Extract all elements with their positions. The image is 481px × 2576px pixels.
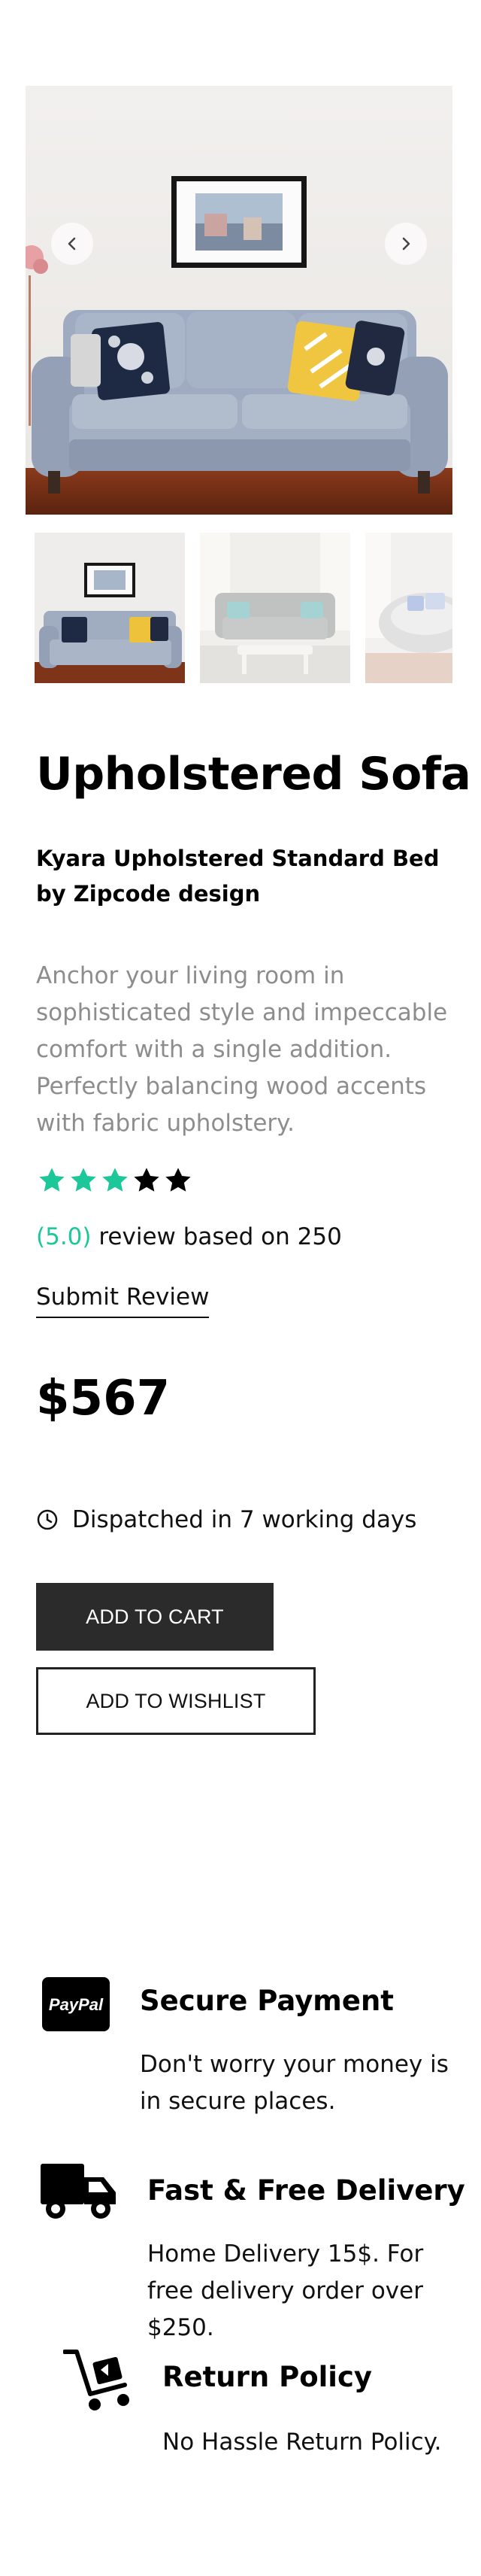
star-filled-icon: [71, 1168, 96, 1192]
chevron-left-icon: [68, 237, 76, 251]
product-description: Anchor your living room in sophisticated…: [36, 962, 448, 1137]
gallery-prev-button[interactable]: [51, 223, 93, 265]
product-subtitle: Kyara Upholstered Standard Bed by Zipcod…: [36, 846, 440, 907]
dispatch-info: Dispatched in 7 working days: [36, 1506, 416, 1533]
thumbnail-tufted-sofa[interactable]: [200, 533, 350, 683]
add-to-cart-button[interactable]: ADD TO CART: [36, 1583, 274, 1651]
paypal-icon: PayPal: [42, 1977, 110, 2031]
feature-title-return-policy: Return Policy: [162, 2361, 373, 2393]
review-score: (5.0): [36, 1223, 92, 1250]
submit-review-link[interactable]: Submit Review: [36, 1283, 210, 1318]
feature-title-delivery: Fast & Free Delivery: [147, 2174, 465, 2207]
sofa-thumbnail-image: [35, 533, 185, 683]
product-title: Upholstered Sofa: [36, 748, 471, 800]
return-cart-icon: [63, 2350, 129, 2410]
delivery-truck-icon: [41, 2164, 116, 2219]
star-empty-icon: [134, 1168, 159, 1192]
feature-text-return-policy: No Hassle Return Policy.: [162, 2429, 442, 2456]
product-page: Upholstered Sofa Kyara Upholstered Stand…: [0, 0, 481, 2576]
gallery-next-button[interactable]: [385, 223, 427, 265]
product-price: $567: [36, 1371, 171, 1426]
thumbnail-sofa[interactable]: [35, 533, 185, 683]
feature-text-secure-payment: Don't worry your money is in secure plac…: [140, 2051, 449, 2115]
thumbnail-strip: [35, 533, 452, 683]
chevron-right-icon: [402, 237, 410, 251]
round-chair-thumbnail-image: [365, 533, 452, 683]
star-filled-icon: [102, 1168, 128, 1192]
paypal-logo-text: PayPal: [49, 1995, 104, 2014]
star-empty-icon: [165, 1168, 191, 1192]
star-filled-icon: [39, 1168, 65, 1192]
feature-title-secure-payment: Secure Payment: [140, 1985, 394, 2017]
thumbnail-round-chair[interactable]: [365, 533, 452, 683]
product-gallery: [26, 86, 452, 515]
feature-text-delivery: Home Delivery 15$. For free delivery ord…: [147, 2240, 424, 2341]
product-main-image: [26, 86, 452, 515]
review-count-text: review based on 250: [91, 1223, 342, 1250]
review-summary: (5.0) review based on 250: [36, 1223, 342, 1250]
rating-stars: [36, 1165, 194, 1196]
dispatch-text: Dispatched in 7 working days: [72, 1506, 417, 1533]
add-to-wishlist-button[interactable]: ADD TO WISHLIST: [36, 1667, 316, 1735]
clock-icon: [37, 1509, 58, 1530]
tufted-sofa-thumbnail-image: [200, 533, 350, 683]
